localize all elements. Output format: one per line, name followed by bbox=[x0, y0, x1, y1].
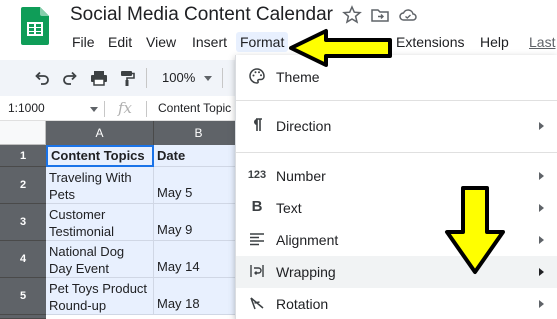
redo-icon[interactable] bbox=[60, 68, 80, 88]
format-menu-label: Direction bbox=[276, 118, 332, 134]
undo-icon[interactable] bbox=[32, 68, 52, 88]
row-header[interactable]: 1 bbox=[0, 145, 46, 167]
column-header-b[interactable]: B bbox=[154, 121, 244, 145]
format-menu-direction[interactable]: Direction bbox=[236, 110, 557, 142]
menu-help[interactable]: Help bbox=[480, 34, 509, 50]
chevron-down-icon[interactable] bbox=[90, 107, 98, 112]
format-menu-label: Rotation bbox=[276, 296, 329, 312]
annotation-arrow-down-icon bbox=[445, 186, 505, 274]
menu-edit[interactable]: Edit bbox=[108, 34, 132, 50]
menu-divider bbox=[236, 100, 557, 101]
menu-insert[interactable]: Insert bbox=[192, 34, 227, 50]
format-menu-label: Number bbox=[276, 168, 326, 184]
format-menu-label: Text bbox=[276, 200, 302, 216]
submenu-arrow-icon bbox=[539, 300, 544, 308]
format-menu: Theme Direction 123 Number B Text Alignm… bbox=[235, 55, 557, 319]
format-menu-theme[interactable]: Theme bbox=[236, 61, 557, 93]
column-header-a[interactable]: A bbox=[46, 121, 154, 145]
rotation-icon bbox=[250, 297, 264, 310]
number-format-icon: 123 bbox=[247, 169, 267, 181]
cell-b5[interactable]: May 18 bbox=[154, 278, 244, 315]
toolbar-divider bbox=[146, 68, 147, 88]
cell-b3[interactable]: May 9 bbox=[154, 204, 244, 241]
menu-divider bbox=[236, 152, 557, 153]
cell-b1[interactable]: Date bbox=[154, 145, 244, 167]
row-header[interactable]: 5 bbox=[0, 278, 46, 315]
format-menu-number[interactable]: 123 Number bbox=[236, 160, 557, 192]
align-left-icon bbox=[250, 233, 264, 246]
print-icon[interactable] bbox=[89, 68, 109, 88]
format-menu-alignment[interactable]: Alignment bbox=[236, 224, 557, 256]
bold-icon: B bbox=[251, 198, 263, 215]
annotation-arrow-left-icon bbox=[289, 29, 392, 67]
submenu-arrow-icon bbox=[539, 204, 544, 212]
menu-extensions[interactable]: Extensions bbox=[396, 34, 464, 50]
cell-a5[interactable]: Pet Toys Product Round-up bbox=[46, 278, 154, 315]
last-edit-link[interactable]: Last bbox=[529, 34, 555, 50]
palette-icon bbox=[249, 68, 265, 84]
toolbar-divider bbox=[222, 68, 223, 88]
format-menu-text[interactable]: B Text bbox=[236, 192, 557, 224]
paint-format-icon[interactable] bbox=[117, 68, 137, 88]
format-menu-label: Theme bbox=[276, 69, 320, 85]
chevron-down-icon[interactable] bbox=[204, 76, 212, 81]
formula-divider bbox=[146, 101, 147, 117]
cell-b2[interactable]: May 5 bbox=[154, 167, 244, 204]
formula-divider bbox=[104, 101, 105, 117]
row-header[interactable]: 4 bbox=[0, 241, 46, 278]
row-header[interactable]: 3 bbox=[0, 204, 46, 241]
cell-a4[interactable]: National Dog Day Event bbox=[46, 241, 154, 278]
cloud-saved-icon[interactable] bbox=[398, 5, 418, 25]
submenu-arrow-icon bbox=[539, 122, 544, 130]
cell-a1[interactable]: Content Topics bbox=[46, 145, 154, 167]
google-sheets-logo-icon[interactable] bbox=[21, 7, 49, 45]
cell-b4[interactable]: May 14 bbox=[154, 241, 244, 278]
format-menu-wrapping[interactable]: Wrapping bbox=[236, 256, 557, 288]
formula-input[interactable]: Content Topic bbox=[158, 101, 231, 115]
menu-view[interactable]: View bbox=[146, 34, 176, 50]
format-menu-rotation[interactable]: Rotation bbox=[236, 288, 557, 319]
row-header[interactable]: 2 bbox=[0, 167, 46, 204]
menu-file[interactable]: File bbox=[72, 34, 95, 50]
menu-format[interactable]: Format bbox=[236, 32, 289, 52]
submenu-arrow-icon bbox=[539, 268, 544, 276]
format-menu-label: Alignment bbox=[276, 232, 339, 248]
zoom-select[interactable]: 100% bbox=[162, 70, 195, 85]
cell-a3[interactable]: Customer Testimonial bbox=[46, 204, 154, 241]
select-all-corner[interactable] bbox=[0, 121, 46, 145]
submenu-arrow-icon bbox=[539, 172, 544, 180]
wrap-icon bbox=[250, 265, 264, 277]
fx-icon: fx bbox=[118, 99, 133, 117]
row-header[interactable] bbox=[0, 315, 46, 319]
paragraph-icon bbox=[254, 118, 262, 131]
format-menu-label: Wrapping bbox=[276, 264, 336, 280]
name-box[interactable]: 1:1000 bbox=[8, 101, 45, 115]
star-icon[interactable] bbox=[342, 5, 362, 25]
document-title[interactable]: Social Media Content Calendar bbox=[70, 4, 333, 26]
submenu-arrow-icon bbox=[539, 236, 544, 244]
move-to-folder-icon[interactable] bbox=[370, 5, 390, 25]
cell-a2[interactable]: Traveling With Pets bbox=[46, 167, 154, 204]
